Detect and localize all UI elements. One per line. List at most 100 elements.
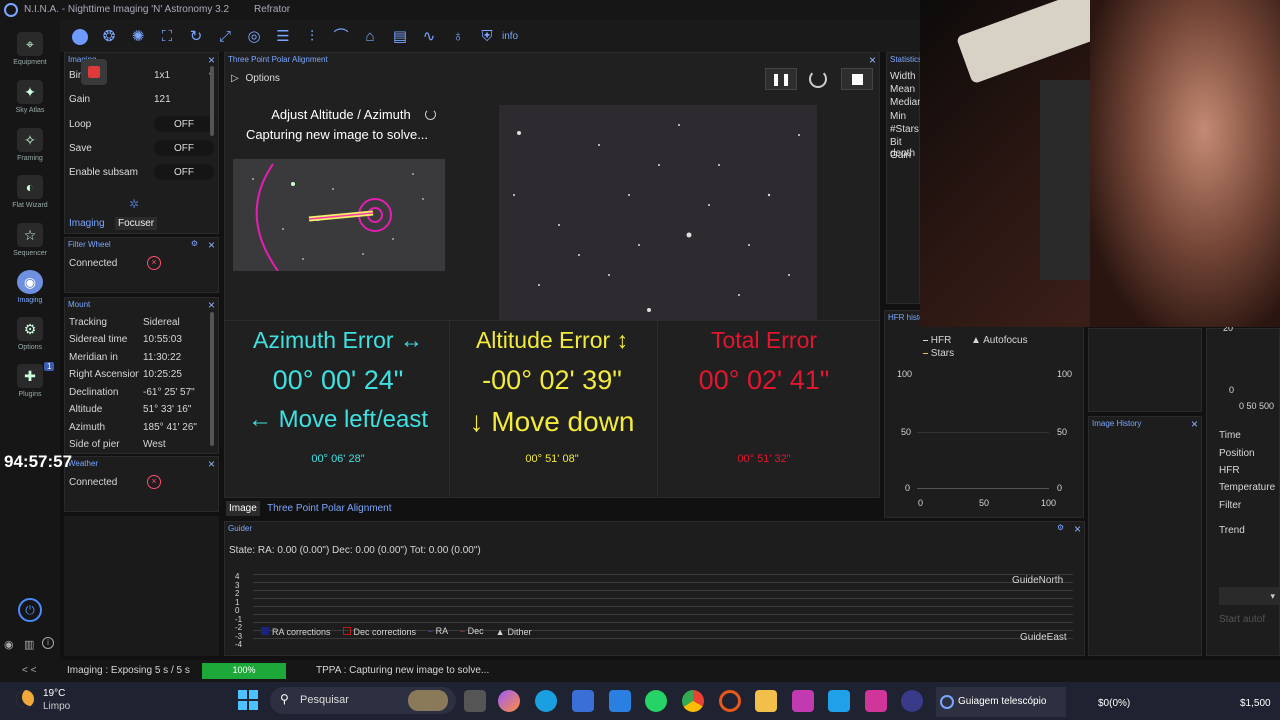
mount-row: Meridian in 11:30:22	[69, 352, 182, 363]
start-autofocus-button[interactable]: Start autof	[1219, 614, 1265, 625]
tab-image[interactable]: Image	[226, 501, 260, 516]
book-icon[interactable]: ▥	[24, 638, 34, 651]
guider-panel: Guider ⚙ × State: RA: 0.00 (0.00") Dec: …	[224, 521, 1085, 656]
dome-icon[interactable]: ⌒	[331, 27, 351, 47]
close-icon[interactable]: ×	[1074, 522, 1081, 536]
azimuth-error-title: Azimuth Error ↔	[253, 327, 423, 353]
subsample-toggle[interactable]: OFF	[154, 164, 214, 180]
binning-select[interactable]: 1x1▾	[154, 70, 214, 81]
tab-three-point-polar-alignment[interactable]: Three Point Polar Alignment	[267, 503, 392, 514]
close-icon[interactable]: ×	[869, 53, 876, 67]
edge-icon[interactable]	[535, 690, 557, 712]
tab-focuser[interactable]: Focuser	[115, 217, 158, 230]
pause-button[interactable]: ❚❚	[765, 68, 797, 90]
disconnect-icon[interactable]: ×	[147, 475, 161, 489]
list-icon[interactable]: ☰	[273, 27, 293, 47]
nina-icon[interactable]	[901, 690, 923, 712]
close-icon[interactable]: ×	[1191, 417, 1198, 431]
loading-spinner-icon	[809, 70, 827, 88]
autofocus-panel: 20 0 0 50 500 Time Position HFR Temperat…	[1206, 323, 1280, 656]
af-dropdown[interactable]: ▾	[1219, 587, 1279, 605]
altitude-error-title: Altitude Error ↕	[475, 327, 629, 353]
hfr-xtick: 100	[1041, 498, 1057, 508]
folder-icon[interactable]	[755, 690, 777, 712]
sidebar-item-plugins[interactable]: ✚ Plugins 1	[0, 362, 60, 398]
equipment-icon: ⌖	[17, 32, 43, 56]
sidebar-item-framing[interactable]: ✧ Framing	[0, 128, 60, 162]
collapse-button[interactable]: < <	[22, 665, 36, 676]
active-window-button[interactable]: Guiagem telescópio	[936, 687, 1066, 717]
af-list-item: Temperature	[1219, 482, 1276, 493]
chrome-icon[interactable]	[682, 690, 704, 712]
close-icon[interactable]: ×	[208, 238, 215, 252]
disconnect-icon[interactable]: ×	[147, 256, 161, 270]
empty-panel-area	[64, 516, 219, 656]
app3-icon[interactable]	[865, 690, 887, 712]
sidebar-item-sequencer[interactable]: ☆ Sequencer	[0, 223, 60, 257]
histogram-icon[interactable]: ▤	[390, 27, 410, 47]
focuser-icon[interactable]: ✺	[128, 27, 148, 47]
close-icon[interactable]: ×	[208, 457, 215, 471]
copilot-icon[interactable]	[498, 690, 520, 712]
mount-title: Mount	[68, 300, 91, 309]
image-history-title: Image History	[1092, 419, 1142, 428]
app-icon[interactable]	[609, 690, 631, 712]
store-icon[interactable]	[572, 690, 594, 712]
sidebar-item-equipment[interactable]: ⌖ Equipment	[0, 32, 60, 66]
windows-start-icon[interactable]	[238, 690, 258, 710]
whatsapp-icon[interactable]	[645, 690, 667, 712]
webcam-overlay	[920, 0, 1280, 327]
options-expander[interactable]: ▷ Options	[231, 73, 280, 84]
record-icon[interactable]	[81, 59, 107, 85]
hfr-ytick: 100	[897, 369, 913, 379]
info-button[interactable]: info	[502, 31, 518, 42]
save-toggle[interactable]: OFF	[154, 140, 214, 156]
shield-icon[interactable]: ⛨	[477, 27, 497, 47]
observatory-icon[interactable]: ⌂	[360, 27, 380, 47]
taskbar-search[interactable]: ⚲ Pesquisar	[270, 687, 456, 714]
mount-row: Right Ascension 10:25:25	[69, 369, 182, 380]
lightbulb-icon[interactable]: ♁	[448, 27, 468, 47]
loop-toggle[interactable]: OFF	[154, 116, 214, 132]
rotator-icon[interactable]: ↻	[186, 27, 206, 47]
tppa-title: Three Point Polar Alignment	[228, 55, 328, 64]
sliders-icon[interactable]: ⫶	[302, 27, 322, 47]
eye-icon[interactable]: ◉	[4, 638, 14, 651]
stop-button[interactable]	[841, 68, 873, 90]
mount-row: Tracking Sidereal	[69, 317, 180, 328]
plugins-badge: 1	[44, 362, 55, 371]
mount-scrollbar[interactable]	[210, 312, 214, 446]
settings-icon[interactable]: ⚙	[1057, 523, 1064, 532]
guider-state: State: RA: 0.00 (0.00") Dec: 0.00 (0.00"…	[229, 545, 481, 556]
alignment-overlay	[252, 163, 424, 271]
telescope-icon[interactable]: ⤢	[215, 27, 235, 47]
guide-graph-icon[interactable]: ∿	[419, 27, 439, 47]
close-icon[interactable]: ×	[208, 298, 215, 312]
frame-icon[interactable]: ⛶	[157, 27, 177, 47]
tab-imaging[interactable]: Imaging	[69, 218, 105, 229]
column-divider	[657, 319, 658, 497]
mount-row: Declination -61° 25' 57"	[69, 387, 195, 398]
imaging-scrollbar[interactable]	[210, 66, 214, 136]
person-shape	[1090, 0, 1280, 327]
filter-wheel-icon[interactable]: ❂	[99, 27, 119, 47]
imaging-panel: Imaging × Binning 1x1▾ Gain 121 Loop OFF…	[64, 52, 219, 234]
af-zero: 0	[1229, 385, 1235, 395]
sidebar-item-sky-atlas[interactable]: ✦ Sky Atlas	[0, 80, 60, 114]
onenote-icon[interactable]	[792, 690, 814, 712]
app2-icon[interactable]	[828, 690, 850, 712]
power-icon[interactable]: ⏻	[18, 598, 42, 622]
office-icon[interactable]	[719, 690, 741, 712]
task-view-icon[interactable]	[464, 690, 486, 712]
camera-icon[interactable]	[70, 27, 90, 47]
sidebar-item-imaging[interactable]: ◉ Imaging	[0, 270, 60, 304]
hfr-plot-area	[917, 375, 1049, 489]
sidebar-item-options[interactable]: ⚙ Options	[0, 317, 60, 351]
hfr-xtick: 0	[918, 498, 924, 508]
sidebar-item-flat-wizard[interactable]: ◐ Flat Wizard	[0, 175, 60, 209]
settings-icon[interactable]: ⚙	[191, 239, 198, 248]
help-icon[interactable]: i	[42, 637, 54, 649]
target-icon[interactable]: ◎	[244, 27, 264, 47]
gain-input[interactable]: 121	[154, 94, 214, 105]
guider-title: Guider	[228, 524, 253, 533]
